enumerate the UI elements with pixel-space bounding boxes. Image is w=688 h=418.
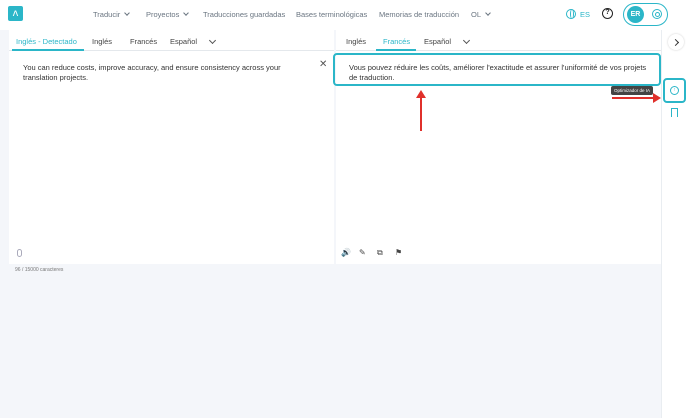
target-language-tabs: Inglés Francés Español [336, 30, 661, 51]
chevron-down-icon [124, 10, 131, 16]
nav-label: Proyectos [146, 10, 180, 19]
active-tab-indicator [376, 49, 416, 51]
nav-label: Bases terminológicas [296, 10, 368, 19]
nav-label: Traducciones guardadas [203, 10, 286, 19]
nav-ol[interactable]: OL [471, 10, 491, 19]
tab-frances[interactable]: Francés [130, 37, 157, 46]
globe-icon[interactable] [566, 9, 576, 19]
chevron-right-icon[interactable] [668, 34, 684, 50]
tab-ingles[interactable]: Inglés [92, 37, 112, 46]
ai-optimizer-button[interactable]: ↑ [663, 78, 686, 103]
annotation-arrow-right-shaft [612, 97, 655, 99]
nav-label: Traducir [93, 10, 121, 19]
nav-label: OL [471, 10, 482, 19]
chevron-down-icon [485, 10, 491, 16]
annotation-arrow-right [653, 93, 661, 103]
source-text-input[interactable]: You can reduce costs, improve accuracy, … [23, 63, 308, 83]
ai-optimizer-icon: ↑ [670, 86, 679, 95]
translation-output[interactable]: Vous pouvez réduire les coûts, améliorer… [349, 63, 649, 83]
source-panel: Inglés - Detectado Inglés Francés Españo… [9, 30, 334, 264]
chevron-down-icon[interactable] [208, 36, 217, 45]
character-counter: 96 / 15000 caracteres [15, 267, 64, 273]
gear-icon[interactable] [652, 9, 662, 19]
chevron-down-icon [183, 10, 190, 16]
nav-proyectos[interactable]: Proyectos [146, 10, 190, 19]
tooltip: Optimizador de IA [611, 86, 654, 95]
tab-ingles[interactable]: Inglés [346, 37, 366, 46]
user-menu[interactable]: ER [623, 3, 668, 26]
help-icon[interactable]: ? [602, 8, 613, 19]
microphone-icon[interactable] [17, 249, 22, 257]
tab-ingles-detectado[interactable]: Inglés - Detectado [16, 37, 77, 46]
app-logo[interactable]: ʌ [8, 6, 23, 21]
avatar[interactable]: ER [627, 6, 644, 23]
speaker-icon[interactable]: 🔊 [341, 248, 351, 257]
top-nav-bar: ʌ Traducir Proyectos Traducciones guarda… [0, 0, 688, 30]
active-tab-indicator [12, 49, 84, 51]
tab-espanol[interactable]: Español [170, 37, 197, 46]
nav-traducir[interactable]: Traducir [93, 10, 131, 19]
tab-espanol[interactable]: Español [424, 37, 451, 46]
chevron-down-icon[interactable] [462, 36, 471, 45]
nav-traducciones-guardadas[interactable]: Traducciones guardadas [203, 10, 285, 19]
edit-icon[interactable]: ✎ [359, 248, 368, 257]
language-selector[interactable]: ES [580, 10, 590, 19]
annotation-arrow-up-shaft [420, 96, 422, 131]
close-icon[interactable]: ✕ [319, 59, 327, 70]
nav-memorias-traduccion[interactable]: Memorias de traducción [379, 10, 459, 19]
tab-frances[interactable]: Francés [383, 37, 410, 46]
copy-icon[interactable]: ⧉ [377, 248, 386, 257]
bookmark-add-icon[interactable]: ⚑ [395, 248, 404, 257]
nav-bases-terminologicas[interactable]: Bases terminológicas [296, 10, 367, 19]
nav-label: Memorias de traducción [379, 10, 460, 19]
bookmark-icon[interactable] [671, 108, 678, 117]
source-language-tabs: Inglés - Detectado Inglés Francés Españo… [9, 30, 334, 51]
logo-glyph: ʌ [12, 8, 19, 19]
